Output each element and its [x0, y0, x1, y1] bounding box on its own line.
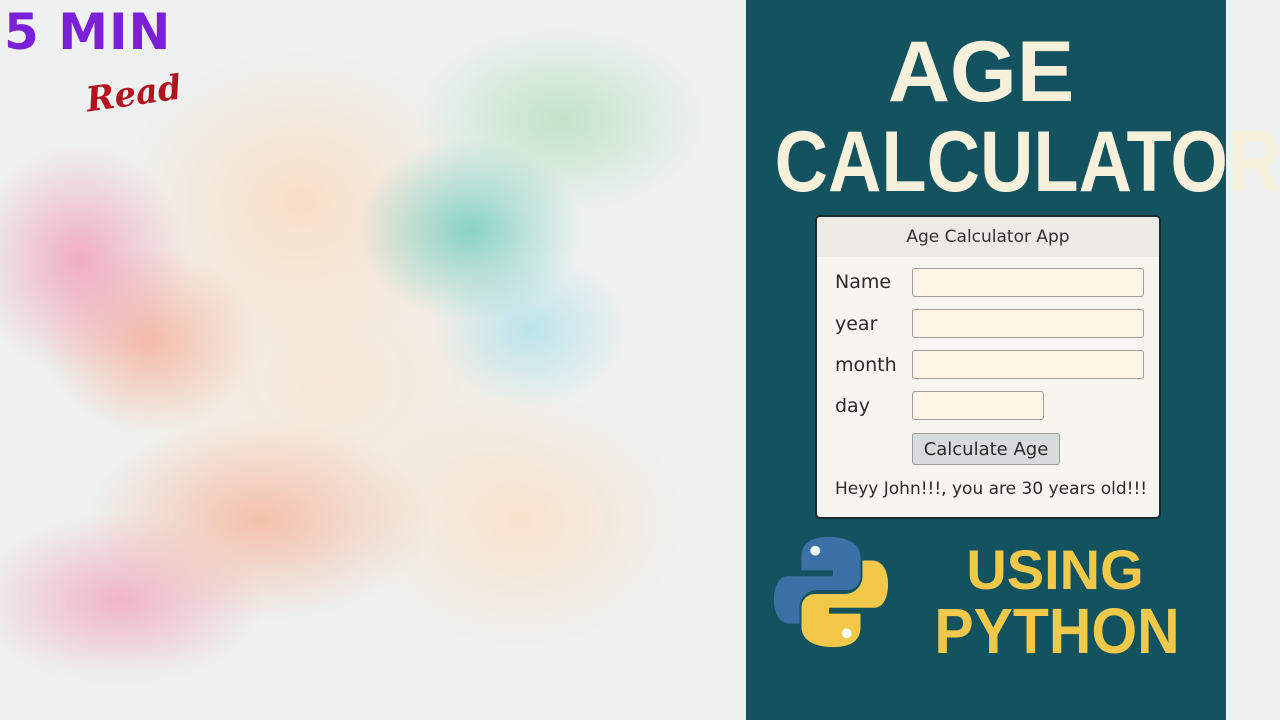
- footer-line-1: USING: [966, 538, 1144, 601]
- headline-line-2: CALCULATOR: [774, 114, 1280, 210]
- month-label: month: [835, 354, 897, 376]
- python-logo-icon: [773, 536, 889, 648]
- day-label: day: [835, 395, 870, 417]
- result-message: Heyy John!!!, you are 30 years old!!!: [835, 479, 1148, 499]
- calculate-age-button[interactable]: Calculate Age: [912, 433, 1060, 465]
- python-logo-blue-eye: [810, 545, 821, 556]
- name-label: Name: [835, 271, 892, 293]
- age-calculator-window: Age Calculator App Name year month day C…: [815, 215, 1161, 519]
- year-label: year: [835, 313, 878, 335]
- headline-line-1: AGE: [887, 24, 1075, 120]
- python-logo-yellow-eye: [841, 628, 852, 639]
- background-fade-bottom: [0, 650, 746, 720]
- day-input[interactable]: [912, 391, 1044, 420]
- right-margin: [1226, 0, 1280, 720]
- name-input[interactable]: [912, 268, 1144, 297]
- read-time-badge: 5 MIN: [4, 3, 172, 61]
- month-input[interactable]: [912, 350, 1144, 379]
- window-title: Age Calculator App: [817, 217, 1159, 257]
- footer-line-2: PYTHON: [934, 595, 1180, 667]
- year-input[interactable]: [912, 309, 1144, 338]
